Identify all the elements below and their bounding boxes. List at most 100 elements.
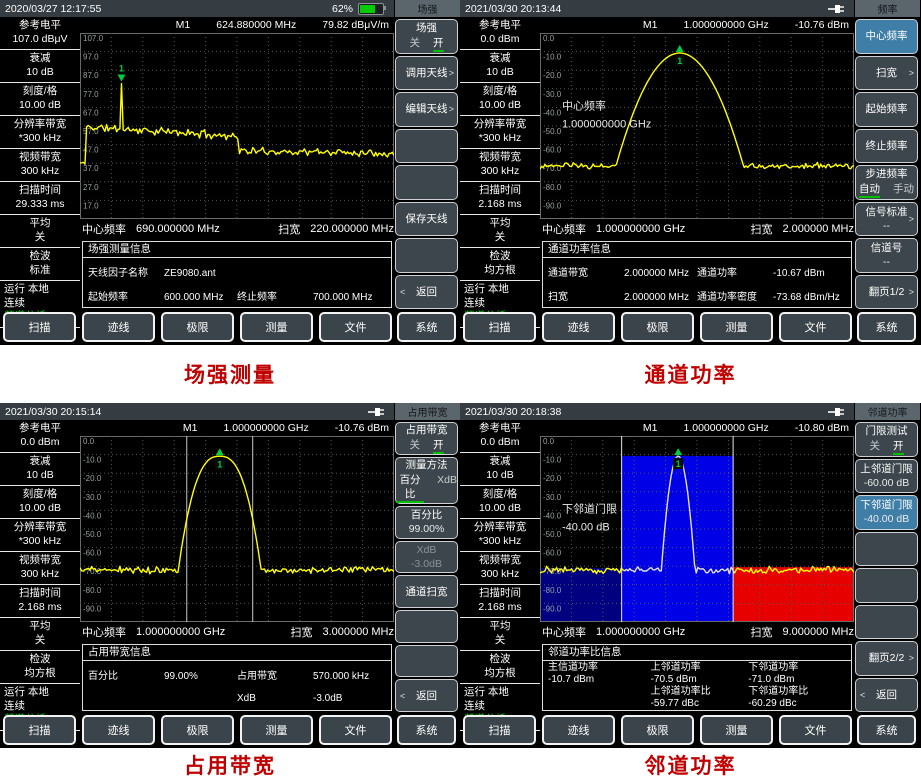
system-button[interactable]: 系统: [857, 715, 916, 745]
trace-button[interactable]: 迹线: [542, 715, 615, 745]
y-axis-label: -40.0: [543, 511, 562, 520]
softkey-percent[interactable]: 百分比99.00%: [395, 506, 458, 539]
info-row: 主信道功率-10.7 dBm上邻道功率-70.5 dBm下邻道功率-71.0 d…: [548, 662, 846, 686]
sweep-button[interactable]: 扫描: [463, 715, 536, 745]
softkey-empty-2: [395, 165, 458, 200]
softkey-option[interactable]: 关: [870, 439, 881, 455]
softkey-step-frequency-toggle[interactable]: 步进频率自动手动: [855, 165, 918, 200]
softkey-upper-adjacent-threshold[interactable]: 上邻道门限-60.00 dB: [855, 459, 918, 494]
info-body: 主信道功率-10.7 dBm上邻道功率-70.5 dBm下邻道功率-71.0 d…: [543, 661, 851, 711]
measure-button[interactable]: 测量: [240, 715, 313, 745]
datetime: 2021/03/30 20:13:44: [465, 3, 561, 15]
info-label: 终止频率: [237, 288, 313, 303]
file-button[interactable]: 文件: [319, 312, 392, 342]
measure-button[interactable]: 测量: [700, 715, 773, 745]
measure-button[interactable]: 测量: [240, 312, 313, 342]
file-button[interactable]: 文件: [779, 312, 852, 342]
trace-button[interactable]: 迹线: [82, 312, 155, 342]
limit-button[interactable]: 极限: [621, 715, 694, 745]
softkey-recall-antenna[interactable]: 调用天线>: [395, 56, 458, 91]
softkey-center-frequency[interactable]: 中心频率: [855, 19, 918, 54]
softkey-option[interactable]: 关: [410, 438, 421, 454]
param-value: 均方根: [460, 667, 540, 681]
datetime: 2021/03/30 20:18:38: [465, 406, 561, 418]
info-row: 上邻道功率比-59.77 dBc下邻道功率比-60.29 dBc: [548, 686, 846, 710]
softkey-label: 占用带宽: [406, 423, 448, 437]
softkey-edit-antenna[interactable]: 编辑天线>: [395, 92, 458, 127]
sweep-button[interactable]: 扫描: [3, 715, 76, 745]
param-value: 标准: [0, 264, 80, 278]
softkey-menu: 门限测试关开上邻道门限-60.00 dB下邻道门限-40.00 dB 翻页2/2>…: [855, 422, 918, 712]
softkey-lower-adjacent-threshold[interactable]: 下邻道门限-40.00 dB: [855, 495, 918, 530]
info-row: 通道带宽2.000000 MHz通道功率-10.67 dBm: [548, 259, 846, 283]
info-value: 600.000 MHz: [164, 292, 223, 303]
limit-button[interactable]: 极限: [161, 715, 234, 745]
softkey-option[interactable]: 手动: [893, 182, 914, 198]
file-button[interactable]: 文件: [319, 715, 392, 745]
sweep-button[interactable]: 扫描: [463, 312, 536, 342]
param-value: 10 dB: [460, 66, 540, 80]
y-axis-label: -10.0: [543, 456, 562, 465]
softkey-back[interactable]: 返回<: [855, 678, 918, 713]
softkey-start-frequency[interactable]: 起始频率: [855, 92, 918, 127]
measure-button[interactable]: 测量: [700, 312, 773, 342]
center-freq-label: 中心频率: [82, 624, 126, 640]
info-cell: 扫宽2.000000 MHz: [548, 288, 697, 303]
limit-button[interactable]: 极限: [161, 312, 234, 342]
battery-percent: 62%: [332, 3, 353, 15]
softkey-option[interactable]: 开: [433, 438, 444, 454]
param-value: *300 kHz: [460, 535, 540, 549]
param-label: 平均: [0, 620, 80, 634]
softkey-stop-frequency[interactable]: 终止频率: [855, 129, 918, 164]
system-button[interactable]: 系统: [857, 312, 916, 342]
softkey-xdb[interactable]: XdB-3.0dB: [395, 541, 458, 574]
submenu-arrow-icon: >: [909, 285, 914, 299]
softkey-channel-span[interactable]: 通道扫宽: [395, 575, 458, 608]
y-axis-label: 87.0: [83, 71, 99, 80]
bottom-button-bar: 扫描迹线极限测量文件: [3, 312, 392, 342]
softkey-page-1-2[interactable]: 翻页1/2>: [855, 275, 918, 310]
softkey-back[interactable]: 返回<: [395, 679, 458, 712]
param-label: 参考电平: [460, 422, 540, 436]
softkey-measure-method-toggle[interactable]: 测量方法百分比XdB: [395, 457, 458, 504]
file-button[interactable]: 文件: [779, 715, 852, 745]
info-cell: [88, 693, 237, 704]
softkey-label: 信道号: [871, 241, 903, 255]
softkey-option[interactable]: 百分比: [396, 473, 424, 503]
screen-field-strength: 2020/03/27 12:17:5562%场强参考电平107.0 dBμV衰减…: [0, 0, 460, 345]
system-button[interactable]: 系统: [397, 715, 456, 745]
system-button[interactable]: 系统: [397, 312, 456, 342]
param-value: 2.168 ms: [460, 601, 540, 615]
param-sweep-time: 扫描时间2.168 ms: [0, 585, 80, 618]
datetime: 2021/03/30 20:15:14: [5, 406, 101, 418]
info-value: -71.0 dBm: [748, 674, 846, 686]
softkey-empty-1: [855, 532, 918, 567]
softkey-option[interactable]: 关: [410, 36, 421, 52]
param-label: 分辨率带宽: [460, 521, 540, 535]
softkey-option[interactable]: 开: [893, 439, 904, 455]
y-axis-label: -80.0: [543, 183, 562, 192]
softkey-occupied-bandwidth-toggle[interactable]: 占用带宽关开: [395, 422, 458, 455]
marker-id: M1: [183, 422, 198, 434]
softkey-back[interactable]: 返回<: [395, 275, 458, 310]
softkey-value: -3.0dB: [411, 557, 442, 571]
softkey-option[interactable]: 开: [433, 36, 444, 52]
softkey-page-2-2[interactable]: 翻页2/2>: [855, 641, 918, 676]
info-value: -59.77 dBc: [651, 698, 749, 710]
limit-button[interactable]: 极限: [621, 312, 694, 342]
softkey-field-strength-toggle[interactable]: 场强关开: [395, 19, 458, 54]
trace-button[interactable]: 迹线: [82, 715, 155, 745]
softkey-span[interactable]: 扫宽>: [855, 56, 918, 91]
softkey-signal-standard[interactable]: 信号标准-->: [855, 202, 918, 237]
softkey-option[interactable]: XdB: [437, 473, 457, 503]
sweep-button[interactable]: 扫描: [3, 312, 76, 342]
param-value: *300 kHz: [460, 132, 540, 146]
trace-line: [80, 84, 394, 165]
trace-button[interactable]: 迹线: [542, 312, 615, 342]
softkey-save-antenna[interactable]: 保存天线: [395, 202, 458, 237]
center-freq-label: 中心频率: [82, 221, 126, 237]
power-status: [828, 4, 844, 14]
softkey-threshold-test-toggle[interactable]: 门限测试关开: [855, 422, 918, 457]
softkey-channel-number[interactable]: 信道号--: [855, 238, 918, 273]
softkey-option[interactable]: 自动: [859, 182, 880, 198]
